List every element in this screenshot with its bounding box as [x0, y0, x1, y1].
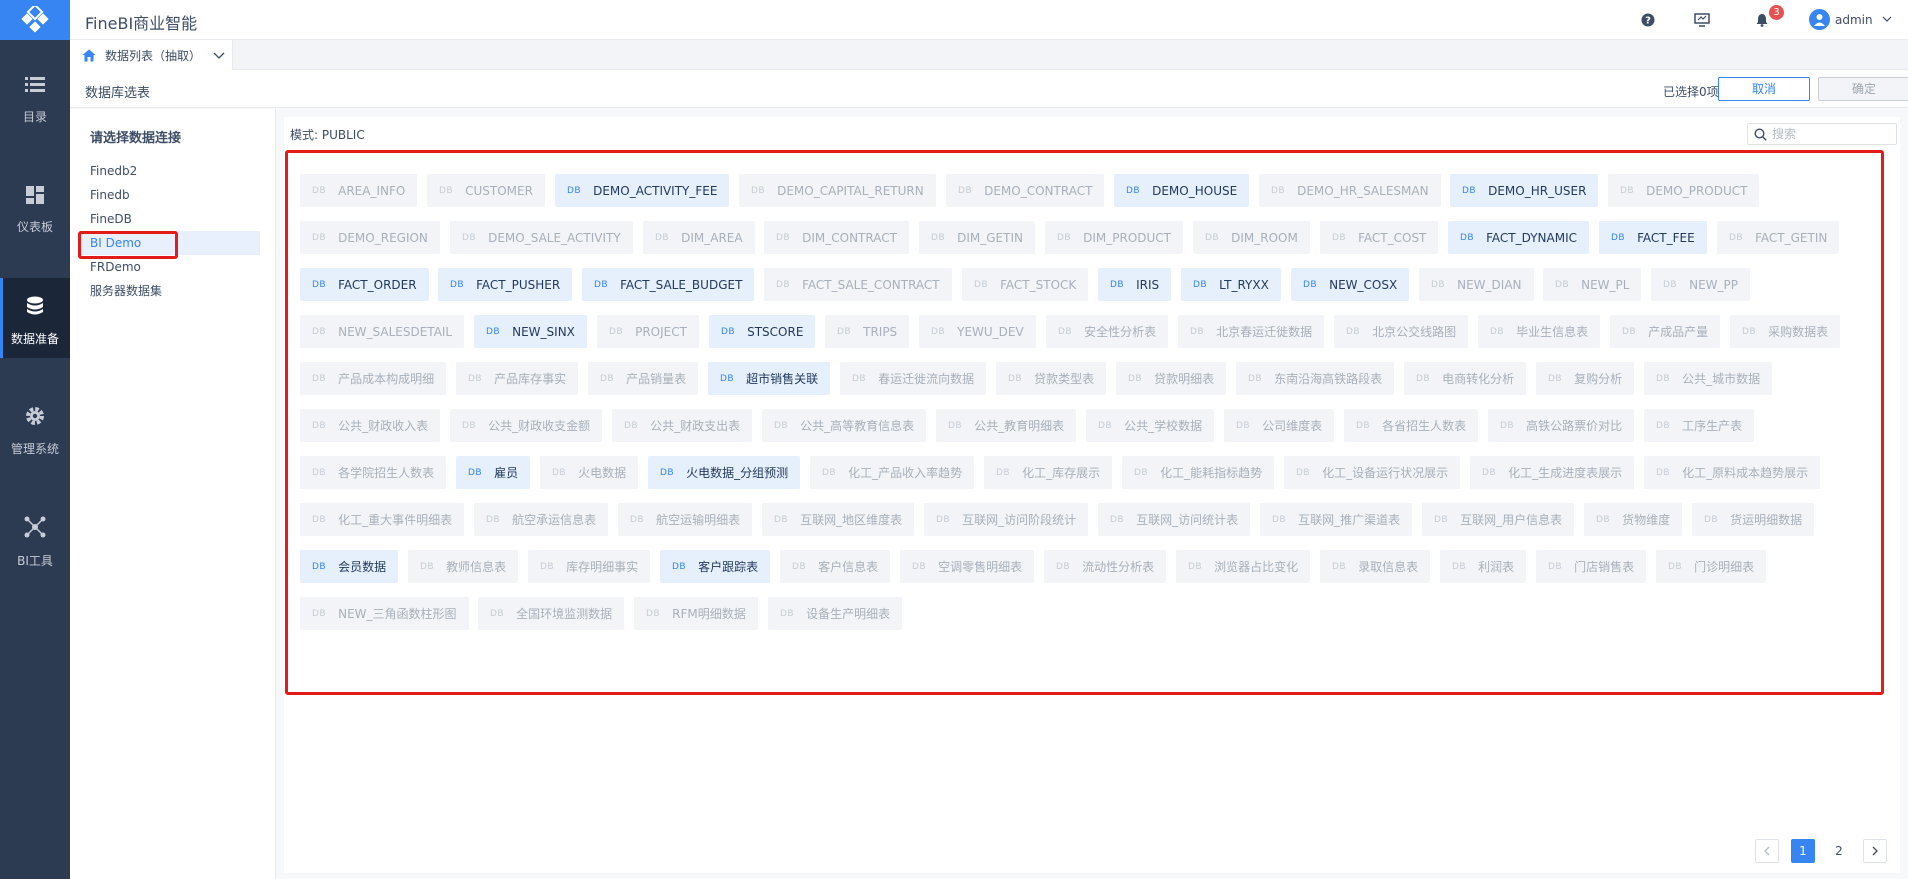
bi-tools-icon	[24, 516, 46, 538]
screen-icon[interactable]	[1692, 10, 1712, 30]
nav-label: BI工具	[17, 554, 53, 568]
nav-dashboard[interactable]: 仪表板	[0, 168, 70, 248]
nav-admin[interactable]: 管理系统	[0, 388, 70, 468]
connection-item[interactable]: Finedb	[80, 183, 260, 207]
chevron-down-icon[interactable]	[213, 50, 225, 60]
list-icon	[25, 77, 45, 92]
page-header: 数据库选表 已选择0项 取消 确定	[70, 70, 1908, 108]
page-button-current[interactable]: 1	[1791, 839, 1815, 863]
left-nav: 目录 仪表板 数据准备 管理系统 BI工具	[0, 0, 70, 879]
nav-bi-tools[interactable]: BI工具	[0, 498, 70, 578]
tab-data-list[interactable]: 数据列表（抽取）	[70, 40, 233, 70]
home-icon	[82, 49, 96, 61]
help-icon[interactable]: ?	[1638, 10, 1658, 30]
next-page-button[interactable]	[1863, 839, 1887, 863]
avatar[interactable]	[1809, 9, 1830, 30]
nav-data-prep[interactable]: 数据准备	[0, 278, 70, 358]
search-input[interactable]	[1772, 126, 1892, 142]
confirm-button[interactable]: 确定	[1818, 77, 1908, 101]
nav-label: 数据准备	[10, 332, 59, 346]
app-title: FineBI商业智能	[85, 14, 198, 33]
chevron-right-icon	[1872, 846, 1878, 856]
logo-icon	[21, 6, 49, 33]
connection-item[interactable]: FineDB	[80, 207, 260, 231]
connection-item[interactable]: 服务器数据集	[80, 279, 260, 303]
notification-badge: 3	[1769, 5, 1784, 20]
search-box	[1747, 123, 1897, 145]
top-bar: FineBI商业智能 ? 3 admin	[70, 0, 1908, 40]
nav-label: 仪表板	[16, 220, 53, 234]
connection-panel: 请选择数据连接 Finedb2 Finedb FineDB BI Demo FR…	[70, 109, 276, 879]
cancel-button[interactable]: 取消	[1718, 77, 1810, 101]
dashboard-icon	[26, 186, 44, 204]
nav-label: 管理系统	[10, 442, 59, 456]
prev-page-button[interactable]	[1755, 839, 1779, 863]
page-button[interactable]: 2	[1827, 839, 1851, 863]
gear-icon	[26, 407, 44, 425]
user-icon	[1814, 14, 1825, 26]
highlight-box-table-grid	[285, 150, 1884, 695]
nav-label: 目录	[22, 110, 47, 124]
schema-label: 模式: PUBLIC	[290, 128, 365, 142]
connection-heading: 请选择数据连接	[90, 131, 182, 146]
selected-count: 已选择0项	[1663, 85, 1719, 99]
page-title: 数据库选表	[85, 86, 151, 101]
connection-item[interactable]: Finedb2	[80, 159, 260, 183]
chevron-left-icon	[1764, 846, 1770, 856]
chevron-down-icon[interactable]	[1882, 12, 1892, 26]
svg-text:?: ?	[1645, 16, 1651, 27]
user-name[interactable]: admin	[1835, 13, 1873, 27]
nav-catalog[interactable]: 目录	[0, 58, 70, 138]
database-icon	[27, 296, 43, 315]
logo[interactable]	[0, 0, 70, 40]
search-icon	[1754, 128, 1767, 141]
highlight-box-connection	[78, 231, 178, 259]
tab-label: 数据列表（抽取）	[105, 48, 202, 63]
tab-bar: 数据列表（抽取）	[70, 40, 1908, 70]
